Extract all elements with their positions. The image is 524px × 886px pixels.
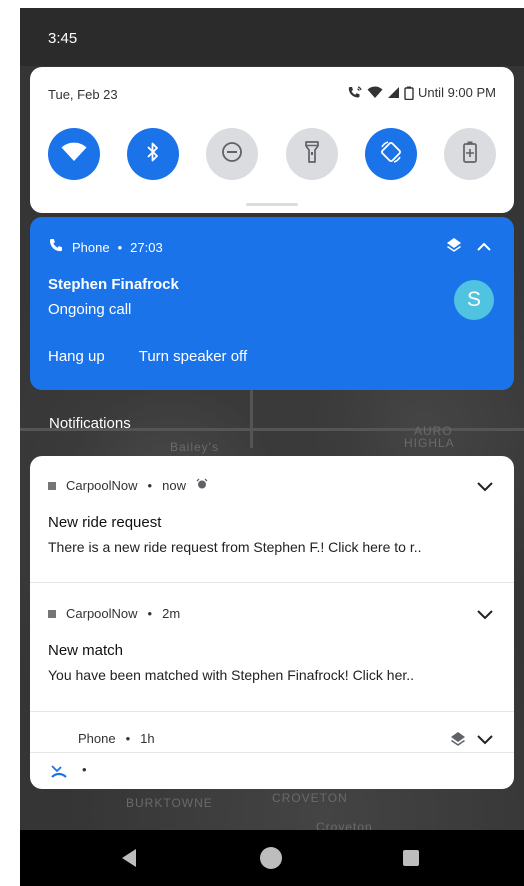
navigation-bar [20, 830, 524, 886]
bluetooth-icon [145, 141, 161, 168]
map-label: HIGHLA [404, 436, 455, 450]
do-not-disturb-icon [221, 141, 243, 168]
home-icon[interactable] [260, 847, 282, 869]
map-label: Bailey's [170, 440, 219, 454]
notification-app: CarpoolNow [66, 478, 138, 493]
qs-tiles [48, 128, 496, 180]
mini-row-dot: • [82, 762, 87, 777]
call-app-name: Phone [72, 240, 110, 255]
call-status: Ongoing call [48, 301, 132, 318]
call-header-actions [446, 237, 492, 258]
auto-rotate-icon [379, 140, 403, 169]
wifi-signal-icon [367, 86, 383, 99]
phone-screen: Bailey's BURKTOWNE CROVETON Croveton AUR… [20, 8, 524, 886]
notification-header: CarpoolNow • now [48, 478, 208, 493]
qs-status-icons: Until 9:00 PM [347, 85, 496, 100]
notification-time: 2m [162, 606, 181, 621]
missed-call-icon [50, 763, 68, 784]
call-duration: 27:03 [130, 240, 163, 255]
chevron-down-icon[interactable] [476, 608, 494, 626]
notification-text: You have been matched with Stephen Finaf… [48, 667, 415, 683]
notification-app: Phone [78, 731, 116, 746]
call-header: Phone • 27:03 [48, 238, 163, 257]
flashlight-icon [304, 140, 320, 168]
call-separator: • [117, 240, 123, 255]
chevron-up-icon[interactable] [476, 239, 492, 257]
wifi-calling-icon [347, 85, 363, 100]
battery-saver-tile[interactable] [443, 128, 496, 180]
hang-up-button[interactable]: Hang up [48, 348, 105, 365]
battery-text: Until 9:00 PM [417, 85, 496, 100]
chevron-down-icon[interactable] [476, 480, 494, 498]
notification-header: Phone • 1h [78, 731, 155, 746]
layers-icon [446, 237, 462, 258]
notification-app: CarpoolNow [66, 606, 138, 621]
auto-rotate-tile[interactable] [364, 128, 417, 180]
ongoing-call-notification[interactable]: Phone • 27:03 Stephen Finafrock Ongoing … [30, 217, 514, 390]
map-road [250, 388, 253, 448]
notification-title: New match [48, 642, 124, 659]
notification-time: now [162, 478, 186, 493]
caller-name: Stephen Finafrock [48, 276, 179, 293]
map-label: CROVETON [272, 791, 348, 805]
app-icon [48, 609, 56, 618]
wifi-icon [61, 142, 87, 167]
status-bar: 3:45 [20, 8, 524, 66]
app-icon [48, 481, 56, 490]
notification-separator: • [125, 731, 131, 746]
caller-avatar: S [454, 280, 494, 320]
battery-saver-icon [463, 141, 477, 168]
notification-ride-request[interactable]: CarpoolNow • now New ride request There … [30, 456, 514, 583]
cell-signal-icon [387, 86, 400, 99]
mini-notification-row[interactable]: • [30, 752, 514, 789]
status-time: 3:45 [48, 30, 78, 47]
notification-new-match[interactable]: CarpoolNow • 2m New match You have been … [30, 583, 514, 712]
recent-apps-icon[interactable] [403, 850, 419, 866]
bluetooth-tile[interactable] [127, 128, 180, 180]
notification-text: There is a new ride request from Stephen… [48, 539, 422, 555]
notification-header: CarpoolNow • 2m [48, 606, 180, 621]
layers-icon [450, 731, 466, 752]
battery-icon [404, 86, 414, 100]
map-label: BURKTOWNE [126, 796, 213, 810]
notification-time: 1h [140, 731, 155, 746]
quick-settings-panel: Tue, Feb 23 Until 9:00 PM [30, 67, 514, 213]
call-actions: Hang up Turn speaker off [48, 348, 247, 365]
chevron-down-icon[interactable] [476, 733, 494, 751]
phone-icon [48, 238, 64, 257]
flashlight-tile[interactable] [285, 128, 338, 180]
notification-separator: • [147, 606, 153, 621]
speaker-off-button[interactable]: Turn speaker off [139, 348, 247, 365]
notification-title: New ride request [48, 514, 162, 531]
notifications-heading: Notifications [49, 415, 131, 432]
alarm-icon [196, 478, 208, 493]
wifi-tile[interactable] [48, 128, 100, 180]
qs-date: Tue, Feb 23 [48, 87, 118, 102]
qs-drag-handle[interactable] [246, 203, 298, 206]
back-icon[interactable] [122, 849, 136, 872]
notification-phone[interactable]: Phone • 1h [30, 712, 514, 752]
notification-separator: • [147, 478, 153, 493]
dnd-tile[interactable] [206, 128, 259, 180]
notification-list: CarpoolNow • now New ride request There … [30, 456, 514, 789]
